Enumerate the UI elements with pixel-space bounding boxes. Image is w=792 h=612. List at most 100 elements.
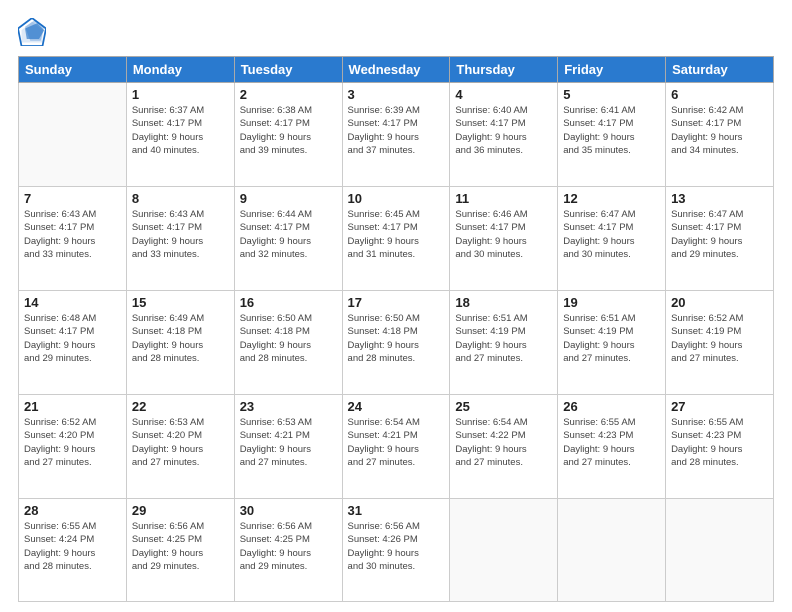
calendar-cell: 1 Sunrise: 6:37 AMSunset: 4:17 PMDaylight…	[126, 83, 234, 187]
calendar-cell: 17 Sunrise: 6:50 AMSunset: 4:18 PMDayligh…	[342, 291, 450, 395]
day-number: 22	[132, 399, 229, 414]
day-number: 3	[348, 87, 445, 102]
calendar-cell: 28 Sunrise: 6:55 AMSunset: 4:24 PMDayligh…	[19, 499, 127, 602]
day-number: 1	[132, 87, 229, 102]
day-number: 27	[671, 399, 768, 414]
calendar-cell	[19, 83, 127, 187]
day-info: Sunrise: 6:52 AMSunset: 4:20 PMDaylight:…	[24, 416, 121, 469]
calendar-cell: 26Sunrise: 6:55 AMSunset: 4:23 PMDayligh…	[558, 395, 666, 499]
calendar-cell: 21 Sunrise: 6:52 AMSunset: 4:20 PMDayligh…	[19, 395, 127, 499]
week-row-2: 7 Sunrise: 6:43 AMSunset: 4:17 PMDaylight…	[19, 187, 774, 291]
day-number: 18	[455, 295, 552, 310]
calendar-cell: 11 Sunrise: 6:46 AMSunset: 4:17 PMDayligh…	[450, 187, 558, 291]
calendar-cell: 16 Sunrise: 6:50 AMSunset: 4:18 PMDayligh…	[234, 291, 342, 395]
day-number: 31	[348, 503, 445, 518]
day-info: Sunrise: 6:40 AMSunset: 4:17 PMDaylight:…	[455, 104, 552, 157]
calendar-cell: 25Sunrise: 6:54 AMSunset: 4:22 PMDayligh…	[450, 395, 558, 499]
calendar-cell: 13 Sunrise: 6:47 AMSunset: 4:17 PMDayligh…	[666, 187, 774, 291]
day-info: Sunrise: 6:46 AMSunset: 4:17 PMDaylight:…	[455, 208, 552, 261]
day-number: 7	[24, 191, 121, 206]
calendar-cell: 4 Sunrise: 6:40 AMSunset: 4:17 PMDaylight…	[450, 83, 558, 187]
day-number: 5	[563, 87, 660, 102]
weekday-header-saturday: Saturday	[666, 57, 774, 83]
weekday-header-thursday: Thursday	[450, 57, 558, 83]
day-info: Sunrise: 6:43 AMSunset: 4:17 PMDaylight:…	[132, 208, 229, 261]
day-number: 9	[240, 191, 337, 206]
calendar-cell: 19 Sunrise: 6:51 AMSunset: 4:19 PMDayligh…	[558, 291, 666, 395]
day-number: 8	[132, 191, 229, 206]
day-info: Sunrise: 6:50 AMSunset: 4:18 PMDaylight:…	[240, 312, 337, 365]
weekday-header-tuesday: Tuesday	[234, 57, 342, 83]
day-info: Sunrise: 6:39 AMSunset: 4:17 PMDaylight:…	[348, 104, 445, 157]
calendar-cell: 5 Sunrise: 6:41 AMSunset: 4:17 PMDaylight…	[558, 83, 666, 187]
calendar-cell: 15 Sunrise: 6:49 AMSunset: 4:18 PMDayligh…	[126, 291, 234, 395]
day-number: 15	[132, 295, 229, 310]
week-row-4: 21 Sunrise: 6:52 AMSunset: 4:20 PMDayligh…	[19, 395, 774, 499]
weekday-header-friday: Friday	[558, 57, 666, 83]
weekday-header-sunday: Sunday	[19, 57, 127, 83]
calendar-cell: 14Sunrise: 6:48 AMSunset: 4:17 PMDayligh…	[19, 291, 127, 395]
calendar-cell: 12Sunrise: 6:47 AMSunset: 4:17 PMDayligh…	[558, 187, 666, 291]
header	[18, 18, 774, 46]
calendar-cell	[666, 499, 774, 602]
calendar-cell: 18Sunrise: 6:51 AMSunset: 4:19 PMDayligh…	[450, 291, 558, 395]
calendar-cell: 9 Sunrise: 6:44 AMSunset: 4:17 PMDaylight…	[234, 187, 342, 291]
day-info: Sunrise: 6:42 AMSunset: 4:17 PMDaylight:…	[671, 104, 768, 157]
calendar-cell: 29 Sunrise: 6:56 AMSunset: 4:25 PMDayligh…	[126, 499, 234, 602]
day-info: Sunrise: 6:44 AMSunset: 4:17 PMDaylight:…	[240, 208, 337, 261]
day-info: Sunrise: 6:47 AMSunset: 4:17 PMDaylight:…	[563, 208, 660, 261]
day-info: Sunrise: 6:45 AMSunset: 4:17 PMDaylight:…	[348, 208, 445, 261]
day-info: Sunrise: 6:56 AMSunset: 4:25 PMDaylight:…	[132, 520, 229, 573]
day-number: 14	[24, 295, 121, 310]
day-number: 24	[348, 399, 445, 414]
day-number: 21	[24, 399, 121, 414]
day-info: Sunrise: 6:49 AMSunset: 4:18 PMDaylight:…	[132, 312, 229, 365]
calendar-cell: 6 Sunrise: 6:42 AMSunset: 4:17 PMDaylight…	[666, 83, 774, 187]
day-number: 23	[240, 399, 337, 414]
day-number: 26	[563, 399, 660, 414]
day-number: 19	[563, 295, 660, 310]
day-info: Sunrise: 6:47 AMSunset: 4:17 PMDaylight:…	[671, 208, 768, 261]
day-number: 13	[671, 191, 768, 206]
day-info: Sunrise: 6:55 AMSunset: 4:24 PMDaylight:…	[24, 520, 121, 573]
week-row-3: 14Sunrise: 6:48 AMSunset: 4:17 PMDayligh…	[19, 291, 774, 395]
day-info: Sunrise: 6:55 AMSunset: 4:23 PMDaylight:…	[671, 416, 768, 469]
calendar-cell: 22 Sunrise: 6:53 AMSunset: 4:20 PMDayligh…	[126, 395, 234, 499]
day-number: 29	[132, 503, 229, 518]
weekday-header-wednesday: Wednesday	[342, 57, 450, 83]
day-number: 17	[348, 295, 445, 310]
calendar-cell: 2 Sunrise: 6:38 AMSunset: 4:17 PMDaylight…	[234, 83, 342, 187]
day-number: 30	[240, 503, 337, 518]
week-row-5: 28 Sunrise: 6:55 AMSunset: 4:24 PMDayligh…	[19, 499, 774, 602]
calendar-cell: 31 Sunrise: 6:56 AMSunset: 4:26 PMDayligh…	[342, 499, 450, 602]
calendar-table: SundayMondayTuesdayWednesdayThursdayFrid…	[18, 56, 774, 602]
day-info: Sunrise: 6:56 AMSunset: 4:25 PMDaylight:…	[240, 520, 337, 573]
logo-icon	[18, 18, 46, 46]
day-number: 11	[455, 191, 552, 206]
day-info: Sunrise: 6:51 AMSunset: 4:19 PMDaylight:…	[563, 312, 660, 365]
day-number: 16	[240, 295, 337, 310]
day-info: Sunrise: 6:50 AMSunset: 4:18 PMDaylight:…	[348, 312, 445, 365]
day-number: 25	[455, 399, 552, 414]
weekday-header-monday: Monday	[126, 57, 234, 83]
calendar-cell: 20 Sunrise: 6:52 AMSunset: 4:19 PMDayligh…	[666, 291, 774, 395]
day-info: Sunrise: 6:37 AMSunset: 4:17 PMDaylight:…	[132, 104, 229, 157]
calendar-cell: 7 Sunrise: 6:43 AMSunset: 4:17 PMDaylight…	[19, 187, 127, 291]
day-info: Sunrise: 6:53 AMSunset: 4:21 PMDaylight:…	[240, 416, 337, 469]
day-info: Sunrise: 6:41 AMSunset: 4:17 PMDaylight:…	[563, 104, 660, 157]
day-info: Sunrise: 6:54 AMSunset: 4:21 PMDaylight:…	[348, 416, 445, 469]
day-number: 6	[671, 87, 768, 102]
page: SundayMondayTuesdayWednesdayThursdayFrid…	[0, 0, 792, 612]
day-info: Sunrise: 6:38 AMSunset: 4:17 PMDaylight:…	[240, 104, 337, 157]
day-number: 20	[671, 295, 768, 310]
day-number: 2	[240, 87, 337, 102]
week-row-1: 1 Sunrise: 6:37 AMSunset: 4:17 PMDaylight…	[19, 83, 774, 187]
day-number: 10	[348, 191, 445, 206]
day-info: Sunrise: 6:53 AMSunset: 4:20 PMDaylight:…	[132, 416, 229, 469]
day-number: 4	[455, 87, 552, 102]
calendar-cell: 24 Sunrise: 6:54 AMSunset: 4:21 PMDayligh…	[342, 395, 450, 499]
day-info: Sunrise: 6:43 AMSunset: 4:17 PMDaylight:…	[24, 208, 121, 261]
day-number: 28	[24, 503, 121, 518]
day-info: Sunrise: 6:56 AMSunset: 4:26 PMDaylight:…	[348, 520, 445, 573]
day-info: Sunrise: 6:52 AMSunset: 4:19 PMDaylight:…	[671, 312, 768, 365]
